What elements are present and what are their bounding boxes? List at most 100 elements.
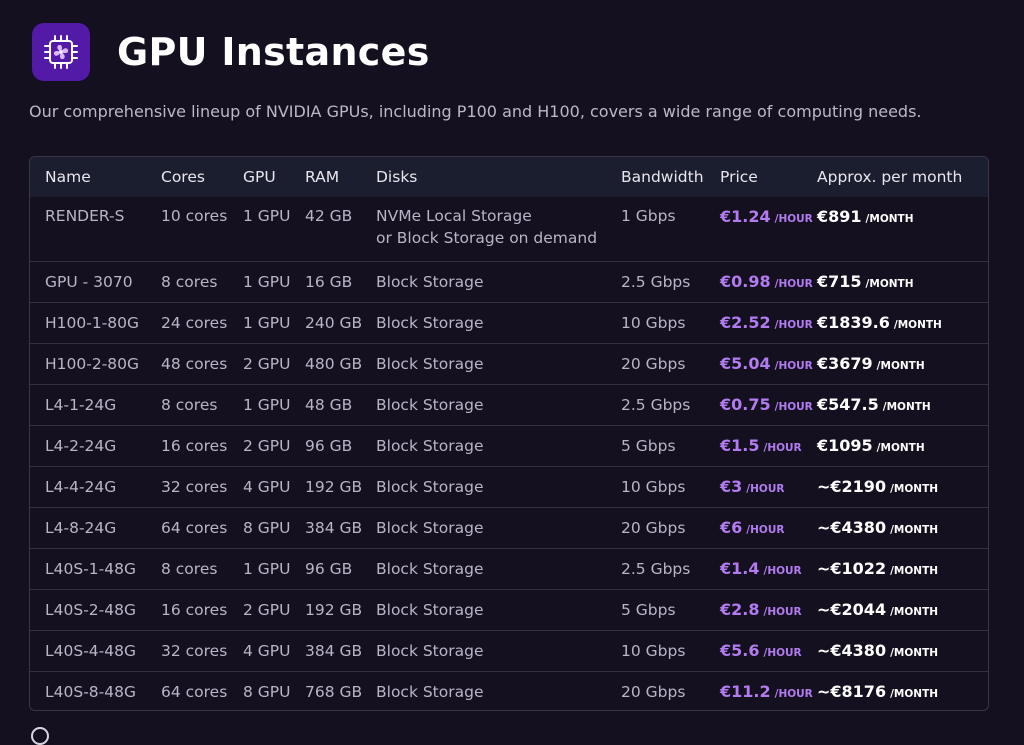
cell-gpu: 1 GPU	[228, 260, 291, 302]
cell-cores: 32 cores	[146, 629, 228, 671]
month-value: ~€2044	[817, 600, 887, 619]
cell-price: €2.52/HOUR	[705, 301, 813, 343]
cell-name: L4-2-24G	[30, 424, 146, 466]
table-row: L40S-8-48G 64 cores 8 GPU 768 GB Block Stora…	[30, 670, 988, 710]
price-unit: /HOUR	[763, 442, 802, 454]
cell-month: €547.5/MONTH	[802, 383, 988, 425]
table-row: GPU - 3070 8 cores 1 GPU 16 GB Block Storage…	[30, 260, 988, 302]
cell-disks: Block Storage	[361, 301, 606, 343]
cell-name: L4-1-24G	[30, 383, 146, 425]
cell-month: ~€1022/MONTH	[802, 547, 988, 589]
cell-price: €5.04/HOUR	[705, 342, 813, 384]
cell-gpu: 8 GPU	[228, 506, 291, 548]
cell-month: ~€2044/MONTH	[802, 588, 988, 630]
table-row: L40S-2-48G 16 cores 2 GPU 192 GB Block Stora…	[30, 588, 988, 630]
cell-ram: 384 GB	[290, 629, 362, 671]
cell-disks: Block Storage	[361, 342, 606, 384]
column-header-approx-per-month: Approx. per month	[817, 168, 963, 186]
price-unit: /HOUR	[746, 483, 785, 495]
table-header-row: Name Cores GPU RAM Disks Bandwidth Price…	[30, 157, 988, 197]
cell-price: €1.5/HOUR	[705, 424, 802, 466]
cell-price: €1.24/HOUR	[705, 197, 813, 261]
price-unit: /HOUR	[774, 213, 813, 225]
cell-name: H100-1-80G	[30, 301, 146, 343]
cell-disks: Block Storage	[361, 424, 606, 466]
cell-ram: 48 GB	[290, 383, 361, 425]
cell-month: ~€4380/MONTH	[802, 506, 988, 548]
cell-ram: 384 GB	[290, 506, 362, 548]
cell-ram: 96 GB	[290, 547, 361, 589]
month-unit: /MONTH	[890, 524, 939, 536]
price-unit: /HOUR	[774, 360, 813, 372]
cell-name: L40S-2-48G	[30, 588, 146, 630]
cell-bandwidth: 5 Gbps	[606, 424, 705, 466]
cell-cores: 8 cores	[146, 260, 228, 302]
month-value: €715	[817, 272, 862, 291]
column-header-name: Name	[45, 168, 91, 186]
cell-ram: 192 GB	[290, 588, 362, 630]
cell-disks: Block Storage	[361, 383, 606, 425]
price-unit: /HOUR	[774, 278, 813, 290]
cell-bandwidth: 20 Gbps	[606, 342, 705, 384]
column-header-disks: Disks	[376, 168, 418, 186]
table-row: H100-2-80G 48 cores 2 GPU 480 GB Block Stora…	[30, 342, 988, 384]
month-value: ~€8176	[817, 682, 887, 702]
cell-cores: 64 cores	[146, 506, 228, 548]
cell-ram: 96 GB	[290, 424, 361, 466]
month-value: ~€2190	[817, 477, 887, 496]
price-unit: /HOUR	[763, 606, 802, 618]
cell-bandwidth: 10 Gbps	[606, 301, 705, 343]
table-row: L4-1-24G 8 cores 1 GPU 48 GB Block Storage 2.…	[30, 383, 988, 425]
cell-ram: 240 GB	[290, 301, 362, 343]
cell-ram: 192 GB	[290, 465, 362, 507]
cell-cores: 64 cores	[146, 670, 228, 710]
page-title: GPU Instances	[117, 30, 430, 74]
cell-cores: 24 cores	[146, 301, 228, 343]
month-value: ~€4380	[817, 518, 887, 537]
cell-cores: 8 cores	[146, 383, 228, 425]
column-header-gpu: GPU	[243, 168, 276, 186]
month-value: €891	[817, 207, 862, 226]
cell-gpu: 4 GPU	[228, 629, 291, 671]
cell-price: €0.75/HOUR	[705, 383, 813, 425]
column-header-bandwidth: Bandwidth	[621, 168, 704, 186]
cell-disks: Block Storage	[361, 465, 606, 507]
cell-month: ~€4380/MONTH	[802, 629, 988, 671]
cell-bandwidth: 20 Gbps	[606, 506, 705, 548]
month-unit: /MONTH	[876, 360, 925, 372]
cell-month: €3679/MONTH	[802, 342, 988, 384]
cell-disks: Block Storage	[361, 547, 606, 589]
cell-cores: 48 cores	[146, 342, 228, 384]
month-unit: /MONTH	[876, 442, 925, 454]
cell-cores: 8 cores	[146, 547, 228, 589]
month-unit: /MONTH	[865, 213, 914, 225]
month-unit: /MONTH	[893, 319, 942, 331]
cell-month: €1839.6/MONTH	[802, 301, 988, 343]
disks-line-1: NVMe Local Storage	[376, 207, 532, 225]
month-unit: /MONTH	[890, 688, 939, 701]
cell-gpu: 2 GPU	[228, 342, 291, 384]
price-unit: /HOUR	[774, 401, 813, 413]
cell-price: €1.4/HOUR	[705, 547, 802, 589]
cell-disks: Block Storage	[361, 629, 606, 671]
table-row: L40S-1-48G 8 cores 1 GPU 96 GB Block Storage…	[30, 547, 988, 589]
month-value: ~€4380	[817, 641, 887, 660]
table-row: L40S-4-48G 32 cores 4 GPU 384 GB Block Stora…	[30, 629, 988, 671]
cell-price: €6/HOUR	[705, 506, 802, 548]
month-unit: /MONTH	[890, 647, 939, 659]
cell-name: L4-4-24G	[30, 465, 146, 507]
cell-price: €5.6/HOUR	[705, 629, 802, 671]
page-subtitle: Our comprehensive lineup of NVIDIA GPUs,…	[29, 102, 922, 121]
gpu-chip-fan-icon	[32, 23, 90, 81]
cell-gpu: 1 GPU	[228, 383, 291, 425]
cell-month: €1095/MONTH	[802, 424, 988, 466]
cell-gpu: 4 GPU	[228, 465, 291, 507]
cell-month: €715/MONTH	[802, 260, 988, 302]
cell-ram: 768 GB	[290, 670, 362, 710]
table-row: RENDER-S 10 cores 1 GPU 42 GB NVMe Local…	[30, 197, 988, 261]
cell-gpu: 1 GPU	[228, 547, 291, 589]
cell-name: GPU - 3070	[30, 260, 146, 302]
cell-ram: 16 GB	[290, 260, 361, 302]
cell-bandwidth: 10 Gbps	[606, 629, 705, 671]
cell-bandwidth: 2.5 Gbps	[606, 383, 705, 425]
